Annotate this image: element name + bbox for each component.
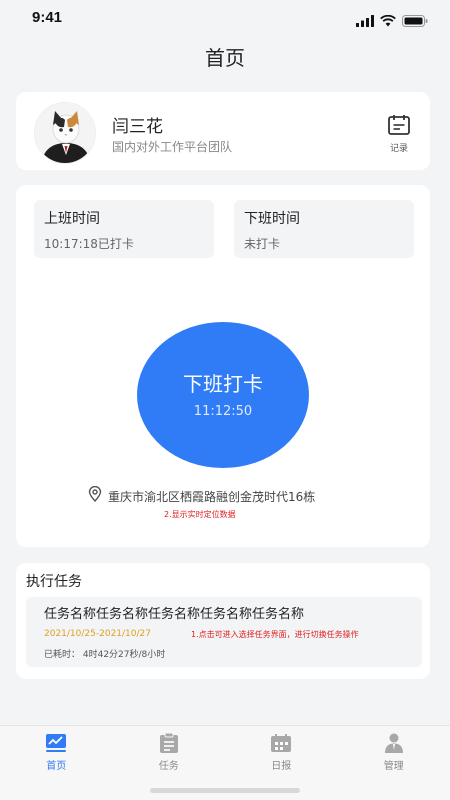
task-elapsed: 已耗时： 4时42分27秒/8小时 [44, 650, 166, 660]
tab-label-tasks: 任务 [158, 761, 179, 772]
home-indicator [150, 788, 300, 793]
status-bar: 9:41 [0, 0, 450, 38]
task-note: 1.点击可进入选择任务界面，进行切换任务操作 [191, 630, 359, 639]
tab-home[interactable]: 首页 [0, 726, 113, 800]
tab-label-management: 管理 [383, 761, 404, 772]
calendar-icon [225, 732, 338, 754]
record-label: 记录 [389, 144, 408, 154]
status-time: 9:41 [32, 9, 63, 26]
record-button[interactable]: 记录 [386, 114, 412, 154]
task-date-range: 2021/10/25-2021/10/27 [44, 629, 151, 639]
clock-out-value: 未打卡 [244, 237, 281, 251]
task-item[interactable]: 任务名称任务名称任务名称任务名称任务名称 2021/10/25-2021/10/… [26, 597, 422, 667]
location-text: 重庆市渝北区栖霞路融创金茂时代16栋 [108, 489, 316, 504]
clock-out-button[interactable]: 下班打卡 11:12:50 [137, 322, 309, 468]
task-section-title: 执行任务 [26, 574, 82, 590]
tab-label-daily-report: 日报 [271, 761, 292, 772]
page-title: 首页 [205, 46, 245, 70]
battery-icon [402, 12, 428, 31]
clock-in-box: 上班时间 10:17:18已打卡 [34, 200, 214, 258]
clipboard-icon [113, 732, 226, 754]
profile-card: 闫三花 国内对外工作平台团队 记录 [16, 92, 430, 170]
location-row: 重庆市渝北区栖霞路融创金茂时代16栋 [88, 485, 316, 506]
task-name: 任务名称任务名称任务名称任务名称任务名称 [44, 607, 305, 622]
tab-label-home: 首页 [46, 761, 67, 772]
clock-out-box: 下班时间 未打卡 [234, 200, 414, 258]
task-card: 执行任务 任务名称任务名称任务名称任务名称任务名称 2021/10/25-202… [16, 563, 430, 679]
clock-button-label: 下班打卡 [183, 372, 263, 396]
attendance-card: 上班时间 10:17:18已打卡 下班时间 未打卡 下班打卡 11:12:50 … [16, 185, 430, 547]
status-icons [356, 12, 428, 31]
location-note: 2.显示实时定位数据 [164, 510, 236, 519]
clock-button-time: 11:12:50 [193, 404, 253, 419]
clock-out-title: 下班时间 [244, 211, 300, 227]
wifi-icon [380, 12, 396, 31]
calendar-record-icon [387, 115, 411, 140]
user-team: 国内对外工作平台团队 [112, 140, 233, 154]
user-name: 闫三花 [112, 117, 163, 137]
avatar [34, 102, 96, 164]
clock-in-value: 10:17:18已打卡 [44, 237, 134, 251]
signal-icon [356, 12, 374, 31]
clock-in-title: 上班时间 [44, 211, 100, 227]
manager-icon [338, 732, 450, 754]
location-pin-icon [88, 485, 102, 506]
tab-management[interactable]: 管理 [338, 726, 450, 800]
home-chart-icon [0, 732, 113, 754]
